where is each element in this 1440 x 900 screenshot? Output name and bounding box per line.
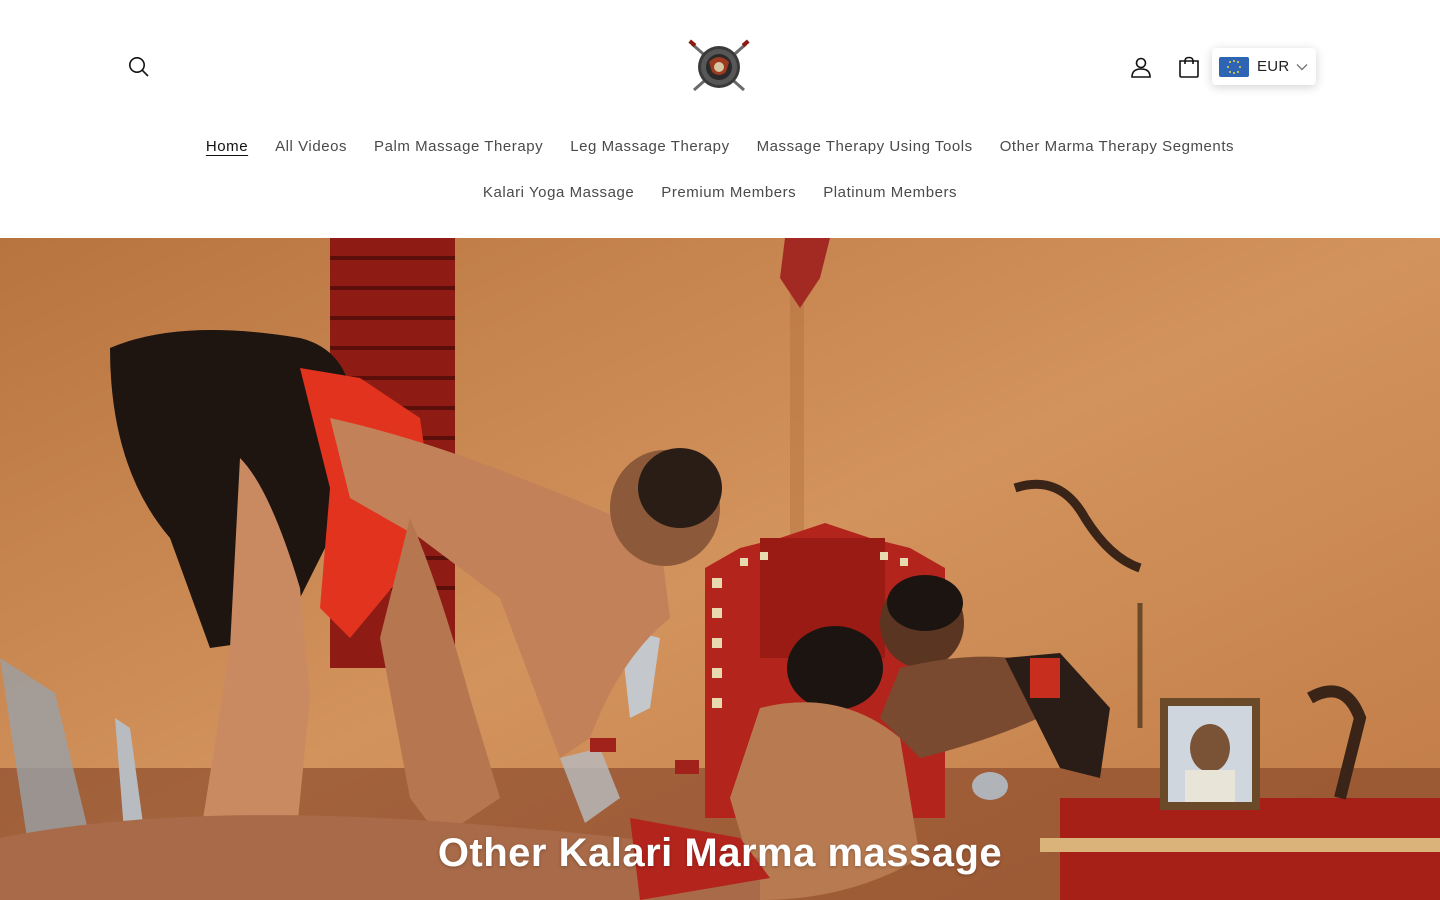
currency-code: EUR [1257, 58, 1290, 75]
currency-selector[interactable]: EUR [1212, 48, 1316, 85]
nav-link-other-marma-therapy-segments[interactable]: Other Marma Therapy Segments [1000, 137, 1234, 157]
site-header: EUR Home All Videos Palm Massage Therapy… [0, 0, 1440, 238]
account-button[interactable] [1122, 48, 1160, 86]
nav-link-massage-therapy-using-tools[interactable]: Massage Therapy Using Tools [757, 137, 973, 157]
nav-link-palm-massage-therapy[interactable]: Palm Massage Therapy [374, 137, 543, 157]
nav-link-all-videos[interactable]: All Videos [275, 137, 347, 157]
eu-flag-icon [1219, 56, 1249, 77]
nav-link-kalari-yoga-massage[interactable]: Kalari Yoga Massage [483, 183, 634, 203]
search-icon [129, 57, 149, 77]
main-nav-row-1: Home All Videos Palm Massage Therapy Leg… [0, 137, 1440, 157]
main-nav-row-2: Kalari Yoga Massage Premium Members Plat… [0, 183, 1440, 203]
nav-link-leg-massage-therapy[interactable]: Leg Massage Therapy [570, 137, 729, 157]
nav-link-home[interactable]: Home [206, 137, 248, 157]
nav-link-premium-members[interactable]: Premium Members [661, 183, 796, 203]
search-button[interactable] [120, 48, 158, 86]
hero-banner: Other Kalari Marma massage [0, 238, 1440, 900]
chevron-down-icon [1296, 63, 1308, 70]
shopping-bag-icon [1179, 56, 1199, 78]
nav-link-platinum-members[interactable]: Platinum Members [823, 183, 957, 203]
cart-button[interactable] [1170, 48, 1208, 86]
crossed-swords-logo [688, 39, 750, 92]
hero-title: Other Kalari Marma massage [437, 831, 1003, 875]
site-logo[interactable] [686, 38, 752, 94]
hero-image [0, 238, 1440, 900]
user-icon [1131, 57, 1151, 78]
